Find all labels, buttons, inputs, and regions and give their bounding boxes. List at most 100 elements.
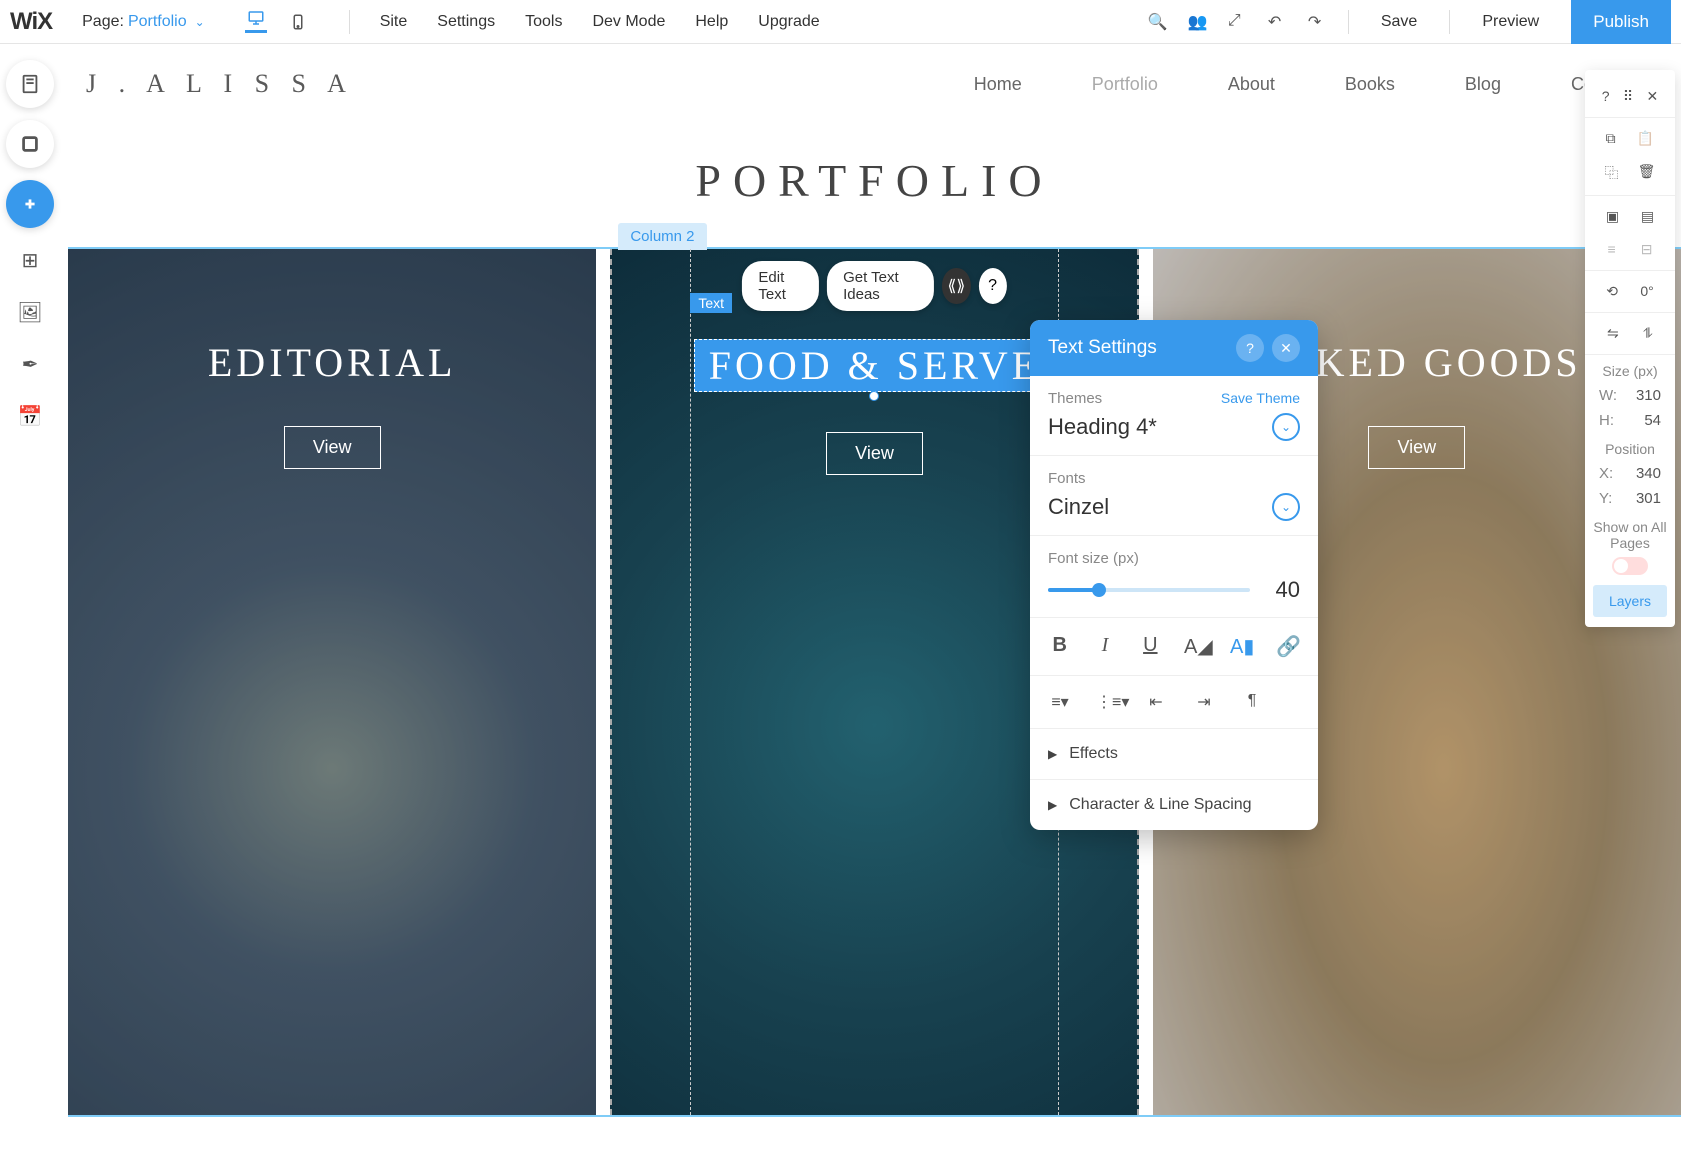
font-size-slider[interactable] — [1048, 588, 1250, 592]
publish-button[interactable]: Publish — [1571, 0, 1671, 44]
indent-decrease-icon[interactable]: ⇤ — [1144, 692, 1168, 712]
column-title[interactable]: EDITORIAL — [208, 339, 457, 386]
effects-row[interactable]: ▶Effects — [1030, 729, 1318, 780]
panel-header[interactable]: Text Settings ? ✕ — [1030, 320, 1318, 376]
help-icon[interactable]: ? — [978, 268, 1006, 304]
site-logo[interactable]: J . A L I S S A — [86, 69, 354, 99]
search-icon[interactable]: 🔍 — [1148, 12, 1168, 32]
show-all-pages-toggle[interactable] — [1612, 557, 1648, 575]
panel-help-icon[interactable]: ? — [1236, 334, 1264, 362]
rotation-value[interactable]: 0° — [1640, 283, 1653, 300]
pages-panel-icon[interactable] — [6, 60, 54, 108]
menu-site[interactable]: Site — [380, 13, 408, 31]
underline-button[interactable]: U — [1139, 634, 1162, 659]
show-pages-label: Show on All Pages — [1585, 519, 1675, 551]
indent-increase-icon[interactable]: ⇥ — [1192, 692, 1216, 712]
apps-icon[interactable]: ⊞ — [10, 240, 50, 280]
drag-handle-icon[interactable]: ⠿ — [1623, 88, 1633, 105]
fonts-label: Fonts — [1048, 470, 1086, 487]
nav-about[interactable]: About — [1228, 74, 1275, 95]
themes-label: Themes — [1048, 390, 1102, 407]
duplicate-icon[interactable]: ⿻ — [1605, 163, 1619, 183]
position-label: Position — [1585, 441, 1675, 457]
menu-devmode[interactable]: Dev Mode — [592, 13, 665, 31]
ai-icon[interactable]: ⟪⟫ — [942, 268, 970, 304]
flip-v-icon[interactable]: ⥮ — [1643, 325, 1653, 342]
site-header: J . A L I S S A Home Portfolio About Boo… — [68, 44, 1681, 124]
width-input[interactable]: 310 — [1636, 387, 1661, 404]
preview-button[interactable]: Preview — [1470, 13, 1551, 31]
users-icon[interactable]: 👥 — [1188, 12, 1208, 32]
nav-home[interactable]: Home — [974, 74, 1022, 95]
panel-title: Text Settings — [1048, 337, 1157, 359]
spacing-row[interactable]: ▶Character & Line Spacing — [1030, 780, 1318, 830]
inspector-panel: ? ⠿ ✕ ⧉📋 ⿻🗑 ▣▤ ≡⊟ ⟲0° ⇋⥮ Size (px) W:310… — [1585, 70, 1675, 627]
delete-icon[interactable]: 🗑 — [1638, 163, 1656, 183]
theme-dropdown-icon[interactable]: ⌄ — [1272, 413, 1300, 441]
align-icon[interactable]: ≡ — [1608, 241, 1616, 258]
redo-icon[interactable]: ↷ — [1308, 12, 1328, 32]
pen-icon[interactable]: ✒ — [10, 344, 50, 384]
height-input[interactable]: 54 — [1644, 412, 1661, 429]
media-icon[interactable]: 🖼 — [10, 292, 50, 332]
text-direction-icon[interactable]: ¶ — [1240, 692, 1264, 712]
inspector-close-icon[interactable]: ✕ — [1647, 88, 1659, 105]
link-icon[interactable]: 🔗 — [1276, 634, 1300, 659]
layers-button[interactable]: Layers — [1593, 585, 1667, 617]
font-dropdown-icon[interactable]: ⌄ — [1272, 493, 1300, 521]
highlight-icon[interactable]: A▮ — [1230, 634, 1254, 659]
x-input[interactable]: 340 — [1636, 465, 1661, 482]
bookings-icon[interactable]: 📅 — [10, 396, 50, 436]
nav-blog[interactable]: Blog — [1465, 74, 1501, 95]
chevron-right-icon: ▶ — [1048, 798, 1057, 812]
nav-portfolio[interactable]: Portfolio — [1092, 74, 1158, 95]
y-input[interactable]: 301 — [1636, 490, 1661, 507]
inspector-help-icon[interactable]: ? — [1602, 88, 1610, 105]
zoom-out-icon[interactable]: ⤢ — [1228, 12, 1248, 32]
view-button[interactable]: View — [1368, 426, 1465, 469]
flip-h-icon[interactable]: ⇋ — [1607, 325, 1619, 342]
mobile-icon[interactable] — [287, 11, 309, 33]
save-theme-link[interactable]: Save Theme — [1221, 390, 1300, 407]
column-tag: Column 2 — [618, 223, 706, 250]
editor-canvas: J . A L I S S A Home Portfolio About Boo… — [68, 44, 1681, 1155]
background-panel-icon[interactable] — [6, 120, 54, 168]
x-label: X: — [1599, 465, 1613, 482]
page-title[interactable]: PORTFOLIO — [68, 154, 1681, 207]
top-bar: WiX Page: Portfolio ⌄ Site Settings Tool… — [0, 0, 1681, 44]
bullet-list-icon[interactable]: ⋮≡▾ — [1096, 692, 1120, 712]
add-panel-icon[interactable] — [6, 180, 54, 228]
rotate-icon[interactable]: ⟲ — [1606, 283, 1618, 300]
page-dropdown[interactable]: Portfolio — [128, 13, 187, 31]
menu-help[interactable]: Help — [695, 13, 728, 31]
page-label: Page: — [82, 13, 124, 31]
panel-close-icon[interactable]: ✕ — [1272, 334, 1300, 362]
save-button[interactable]: Save — [1369, 13, 1429, 31]
nav-books[interactable]: Books — [1345, 74, 1395, 95]
view-button[interactable]: View — [284, 426, 381, 469]
align-left-icon[interactable]: ≡▾ — [1048, 692, 1072, 712]
copy-icon[interactable]: ⧉ — [1606, 130, 1616, 147]
menu-settings[interactable]: Settings — [437, 13, 495, 31]
column-title-selected[interactable]: FOOD & SERVE — [694, 339, 1056, 392]
text-color-icon[interactable]: A◢ — [1184, 634, 1208, 659]
paste-icon[interactable]: 📋 — [1637, 130, 1654, 147]
height-label: H: — [1599, 412, 1614, 429]
get-text-ideas-button[interactable]: Get Text Ideas — [827, 261, 934, 311]
bold-button[interactable]: B — [1048, 634, 1071, 659]
italic-button[interactable]: I — [1093, 634, 1116, 659]
menu-tools[interactable]: Tools — [525, 13, 562, 31]
view-button[interactable]: View — [826, 432, 923, 475]
undo-icon[interactable]: ↶ — [1268, 12, 1288, 32]
column-1[interactable]: EDITORIAL View — [68, 249, 596, 1115]
distribute-icon[interactable]: ⊟ — [1641, 241, 1653, 258]
font-size-value[interactable]: 40 — [1264, 577, 1300, 603]
wix-logo: WiX — [10, 8, 52, 36]
desktop-icon[interactable] — [245, 11, 267, 33]
edit-text-button[interactable]: Edit Text — [742, 261, 819, 311]
menu-upgrade[interactable]: Upgrade — [758, 13, 819, 31]
text-settings-panel: Text Settings ? ✕ ThemesSave Theme Headi… — [1030, 320, 1318, 830]
arrange-back-icon[interactable]: ▤ — [1641, 208, 1654, 225]
arrange-front-icon[interactable]: ▣ — [1606, 208, 1619, 225]
chevron-down-icon[interactable]: ⌄ — [195, 15, 205, 29]
